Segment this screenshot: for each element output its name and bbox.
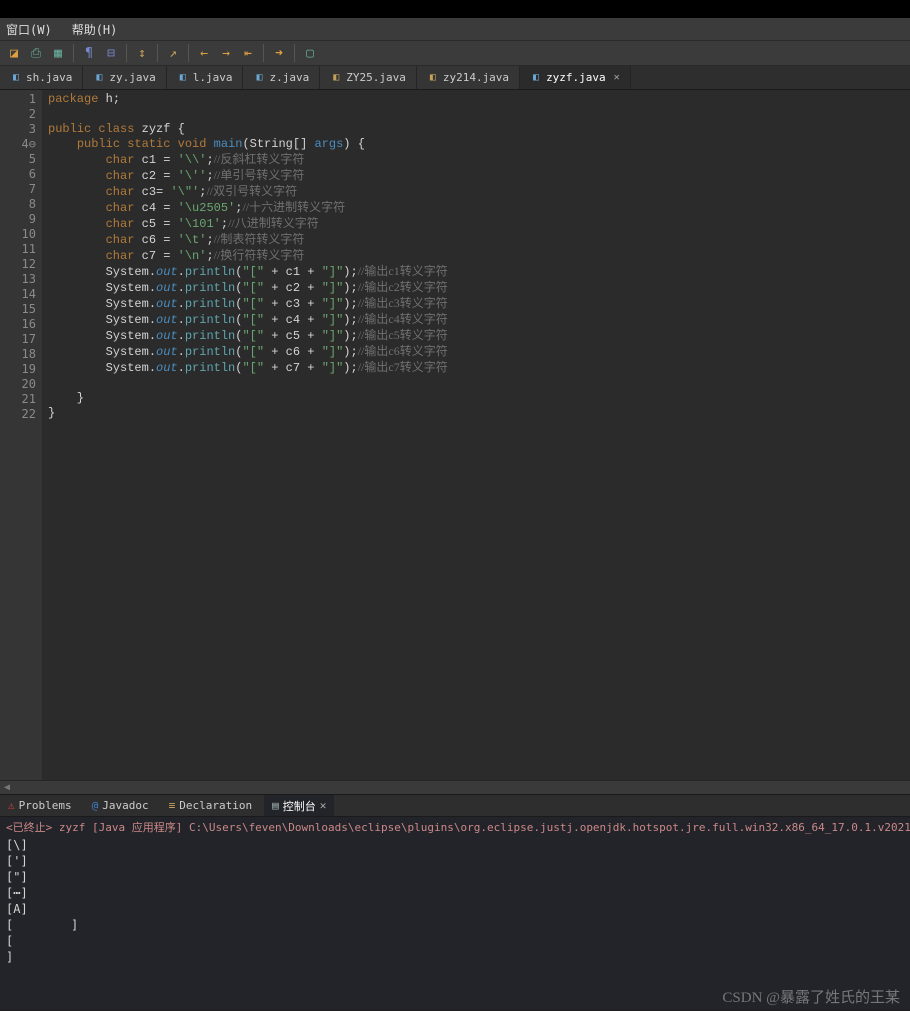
tab-icon: ▤ [272, 799, 279, 812]
perspective-icon[interactable]: ↗ [163, 43, 183, 63]
separator [263, 44, 264, 62]
tab-label: 控制台 [283, 798, 316, 814]
tab-zy214-java[interactable]: ◧ zy214.java [417, 66, 520, 89]
close-icon[interactable]: ✕ [614, 72, 620, 83]
horizontal-scrollbar[interactable]: ◀ [0, 780, 910, 794]
tab-label: Javadoc [102, 799, 148, 812]
frame-icon[interactable]: ▦ [48, 43, 68, 63]
separator [73, 44, 74, 62]
tab-label: ZY25.java [346, 71, 406, 84]
tab-ZY25-java[interactable]: ◧ ZY25.java [320, 66, 417, 89]
editor: 1234⊖5678910111213141516171819202122 pac… [0, 90, 910, 780]
line-number: 10 [0, 227, 36, 242]
line-number: 3 [0, 122, 36, 137]
nav-icon[interactable]: ↕ [132, 43, 152, 63]
back-icon[interactable]: ← [194, 43, 214, 63]
tab-icon: ≡ [169, 799, 176, 812]
tab-icon: ⚠ [8, 799, 15, 812]
line-number: 11 [0, 242, 36, 257]
line-number: 14 [0, 287, 36, 302]
tab-label: Problems [19, 799, 72, 812]
console-header: <已终止> zyzf [Java 应用程序] C:\Users\feven\Do… [0, 817, 910, 835]
line-number: 19 [0, 362, 36, 377]
menu-help[interactable]: 帮助(H) [72, 21, 118, 38]
line-number: 15 [0, 302, 36, 317]
panel-tab-declaration[interactable]: ≡Declaration [161, 795, 260, 816]
java-file-icon: ◧ [10, 72, 22, 84]
line-number: 13 [0, 272, 36, 287]
tab-l-java[interactable]: ◧ l.java [167, 66, 244, 89]
line-number: 20 [0, 377, 36, 392]
tab-zy-java[interactable]: ◧ zy.java [83, 66, 166, 89]
menu-window[interactable]: 窗口(W) [6, 21, 52, 38]
breakpoint-icon[interactable]: ◪ [4, 43, 24, 63]
java-file-icon: ◧ [177, 72, 189, 84]
separator [294, 44, 295, 62]
separator [126, 44, 127, 62]
tab-label: zyzf.java [546, 71, 606, 84]
java-file-icon: ◧ [93, 72, 105, 84]
step-icon[interactable]: ⎙ [26, 43, 46, 63]
tab-label: zy214.java [443, 71, 509, 84]
forward-icon[interactable]: → [216, 43, 236, 63]
toolbar: ◪ ⎙ ▦ ¶ ⊟ ↕ ↗ ← → ⇤ ➜ ▢ [0, 40, 910, 66]
separator [188, 44, 189, 62]
line-number: 8 [0, 197, 36, 212]
line-number: 16 [0, 317, 36, 332]
line-number: 12 [0, 257, 36, 272]
pilcrow-icon[interactable]: ¶ [79, 43, 99, 63]
line-number: 21 [0, 392, 36, 407]
line-number: 6 [0, 167, 36, 182]
panel-tab-javadoc[interactable]: @Javadoc [84, 795, 157, 816]
next-icon[interactable]: ➜ [269, 43, 289, 63]
java-file-icon: ◧ [427, 72, 439, 84]
tab-z-java[interactable]: ◧ z.java [243, 66, 320, 89]
code-area[interactable]: package h; public class zyzf { public st… [42, 90, 910, 780]
exit-icon[interactable]: ⇤ [238, 43, 258, 63]
tab-sh-java[interactable]: ◧ sh.java [0, 66, 83, 89]
line-number: 9 [0, 212, 36, 227]
bottom-panel-tabs: ⚠Problems@Javadoc≡Declaration▤控制台 ✕ [0, 794, 910, 817]
tab-label: sh.java [26, 71, 72, 84]
tab-label: z.java [269, 71, 309, 84]
line-number: 2 [0, 107, 36, 122]
close-icon[interactable]: ✕ [320, 799, 327, 812]
line-number: 7 [0, 182, 36, 197]
panel-tab-控制台[interactable]: ▤ 控制台 ✕ [264, 795, 334, 816]
titlebar [0, 0, 910, 18]
line-number: 5 [0, 152, 36, 167]
java-file-icon: ◧ [253, 72, 265, 84]
tab-zyzf-java[interactable]: ◧ zyzf.java ✕ [520, 66, 631, 89]
console-output[interactable]: [\] ['] ["] [┅] [A] [ ] [ ] [0, 835, 910, 1010]
panel-tab-problems[interactable]: ⚠ Problems [0, 795, 80, 816]
tab-icon: @ [92, 799, 99, 812]
menubar: 窗口(W) 帮助(H) [0, 18, 910, 40]
java-file-icon: ◧ [330, 72, 342, 84]
editor-tabs: ◧ sh.java ◧ zy.java ◧ l.java ◧ z.java ◧ ZY25.java… [0, 66, 910, 90]
line-number: 18 [0, 347, 36, 362]
scroll-left-icon[interactable]: ◀ [0, 782, 14, 793]
window-icon[interactable]: ▢ [300, 43, 320, 63]
line-number: 1 [0, 92, 36, 107]
line-number: 22 [0, 407, 36, 422]
line-number: 17 [0, 332, 36, 347]
show-icon[interactable]: ⊟ [101, 43, 121, 63]
tab-label: Declaration [179, 799, 252, 812]
java-file-icon: ◧ [530, 72, 542, 84]
tab-label: zy.java [109, 71, 155, 84]
tab-label: l.java [193, 71, 233, 84]
separator [157, 44, 158, 62]
gutter: 1234⊖5678910111213141516171819202122 [0, 90, 42, 780]
line-number: 4⊖ [0, 137, 36, 152]
